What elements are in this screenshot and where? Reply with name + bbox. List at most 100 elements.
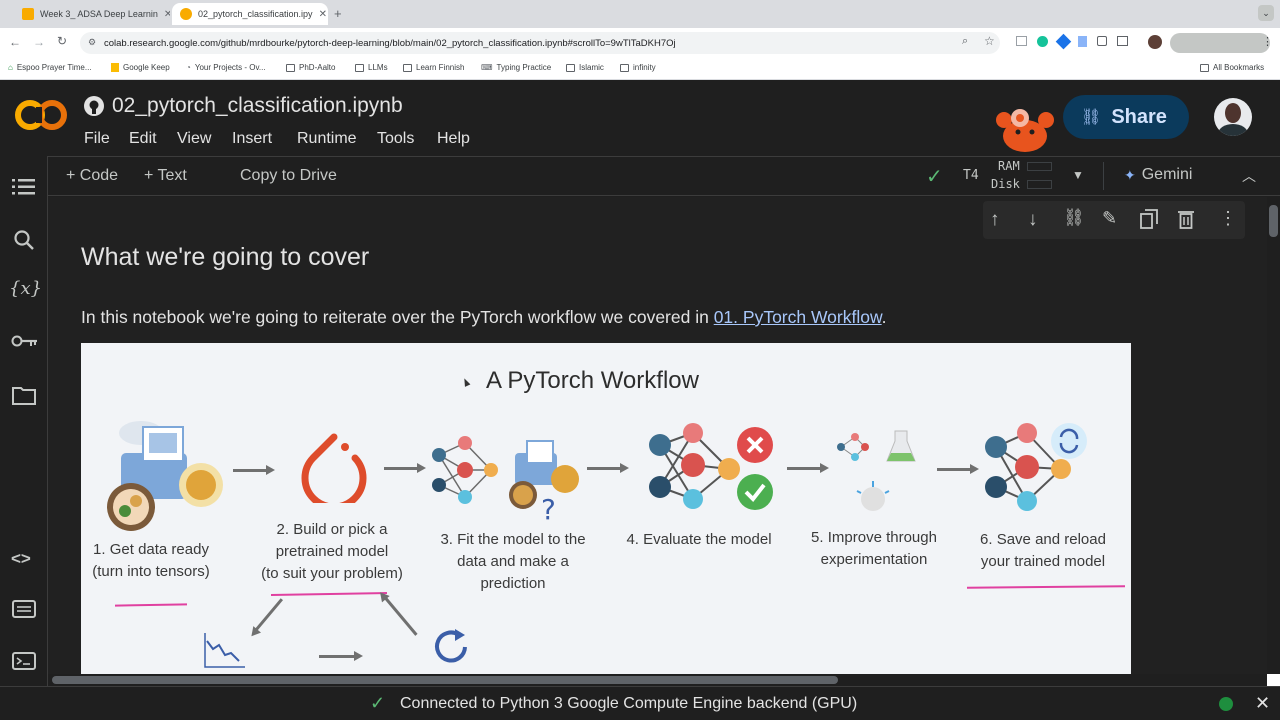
disk-meter[interactable] <box>1027 180 1052 189</box>
loop-arrow <box>254 598 284 631</box>
bookmark-item[interactable]: Islamic <box>566 63 604 72</box>
annotation-underline <box>114 603 188 607</box>
folder-icon <box>403 63 412 72</box>
avatar[interactable] <box>1214 98 1252 136</box>
menu-tools[interactable]: Tools <box>377 130 414 148</box>
bookmarks-bar: ⌂ Espoo Prayer Time... Google Keep ◔ Your … <box>0 58 1280 80</box>
copy-to-drive-button[interactable]: Copy to Drive <box>240 167 337 185</box>
tab-label: 02_pytorch_classification.ipy <box>198 9 313 19</box>
menu-edit[interactable]: Edit <box>129 130 157 148</box>
step-5-label: 5. Improve through experimentation <box>811 529 937 568</box>
vertical-scrollbar[interactable] <box>1267 197 1280 674</box>
ram-label: RAM <box>998 159 1020 173</box>
key-icon[interactable] <box>11 334 39 348</box>
move-cell-down-icon[interactable]: ↓ <box>1028 209 1038 231</box>
more-options-icon[interactable]: ⋮ <box>1219 208 1237 229</box>
address-bar[interactable]: ⚙ colab.research.google.com/github/mrdbo… <box>80 32 1000 54</box>
menu-file[interactable]: File <box>84 130 110 148</box>
status-message: Connected to Python 3 Google Compute Eng… <box>400 695 858 712</box>
bookmark-item[interactable]: ⌨ Typing Practice <box>481 63 551 72</box>
menu-runtime[interactable]: Runtime <box>297 130 357 148</box>
bookmark-item[interactable]: LLMs <box>355 63 388 72</box>
all-bookmarks[interactable]: All Bookmarks <box>1200 63 1264 72</box>
browser-tab-colab[interactable]: 02_pytorch_classification.ipy ✕ <box>172 3 328 25</box>
collapse-header-icon[interactable]: ︿ <box>1242 166 1256 186</box>
ram-meter[interactable] <box>1027 162 1052 171</box>
edit-pencil-icon[interactable]: ✎ <box>1102 208 1117 229</box>
folder-icon <box>620 63 629 72</box>
extension-icons[interactable] <box>1016 33 1129 50</box>
command-palette-icon[interactable] <box>12 600 36 618</box>
sidebar-icon[interactable] <box>1117 36 1129 46</box>
close-tab-icon[interactable]: ✕ <box>164 9 170 20</box>
vertical-scroll-thumb[interactable] <box>1269 205 1278 237</box>
search-icon[interactable] <box>12 228 36 252</box>
tab-search-icon[interactable]: ⌄ <box>1258 5 1274 21</box>
colab-logo[interactable] <box>14 97 68 133</box>
flow-arrow <box>233 465 275 475</box>
bookmark-item[interactable]: ◔ Your Projects - Ov... <box>186 63 266 72</box>
fit-model-network-icon <box>432 436 498 504</box>
variables-icon[interactable]: {𝑥} <box>9 278 42 299</box>
step-4-label: 4. Evaluate the model <box>626 531 772 548</box>
close-tab-icon[interactable]: ✕ <box>319 9 327 20</box>
site-info-icon[interactable]: ⚙ <box>88 37 96 48</box>
flow-arrow <box>787 463 829 473</box>
tab-label: Week 3_ ADSA Deep Learnin <box>40 9 158 19</box>
flow-arrow <box>587 463 629 473</box>
mail-extension-icon[interactable] <box>1016 36 1027 46</box>
shield-extension-icon[interactable] <box>1055 33 1071 50</box>
puzzle-icon[interactable] <box>1097 36 1108 46</box>
profile-chip[interactable] <box>1170 33 1270 53</box>
wrong-x-icon <box>737 427 773 463</box>
table-of-contents-icon[interactable] <box>12 178 36 196</box>
terminal-icon[interactable] <box>12 652 36 670</box>
horizontal-scroll-thumb[interactable] <box>52 676 838 684</box>
notebook-title[interactable]: 02_pytorch_classification.ipynb <box>112 94 403 118</box>
bookmark-item[interactable]: infinity <box>620 63 656 72</box>
runtime-dropdown-icon[interactable]: ▼ <box>1072 168 1084 182</box>
typing-icon: ⌨ <box>481 63 493 72</box>
workflow-title: A PyTorch Workflow <box>486 367 699 394</box>
runtime-type[interactable]: T4 <box>963 168 979 183</box>
link-to-cell-icon[interactable]: ⛓ <box>1063 208 1085 228</box>
bookmark-item[interactable]: Google Keep <box>111 63 170 72</box>
bookmark-item[interactable]: ⌂ Espoo Prayer Time... <box>8 63 92 72</box>
flow-arrow <box>937 464 979 474</box>
gemini-button[interactable]: ✦ Gemini <box>1124 166 1192 184</box>
add-text-button[interactable]: + Text <box>144 167 187 185</box>
docs-extension-icon[interactable] <box>1078 36 1088 47</box>
new-tab-button[interactable]: + <box>334 6 342 21</box>
bookmark-item[interactable]: Learn Finnish <box>403 63 464 72</box>
menu-insert[interactable]: Insert <box>232 130 272 148</box>
back-icon[interactable]: ← <box>9 35 21 49</box>
files-folder-icon[interactable] <box>12 385 36 405</box>
move-cell-up-icon[interactable]: ↑ <box>990 209 1000 231</box>
browser-menu-icon[interactable]: ⋮ <box>1262 35 1273 48</box>
slides-icon <box>22 8 34 20</box>
left-sidebar: {𝑥} <> <box>0 156 48 686</box>
workflow-link[interactable]: 01. PyTorch Workflow <box>714 307 882 327</box>
zoom-icon[interactable]: ⌕ <box>962 35 968 48</box>
section-heading: What we're going to cover <box>81 243 370 271</box>
reload-icon[interactable]: ↻ <box>57 34 67 48</box>
grammarly-icon[interactable] <box>1036 36 1048 47</box>
code-snippets-icon[interactable]: <> <box>11 549 31 569</box>
browser-tab-adsa[interactable]: Week 3_ ADSA Deep Learnin ✕ <box>14 3 170 25</box>
projects-icon: ◔ <box>186 63 191 72</box>
bookmark-star-icon[interactable]: ☆ <box>984 34 995 48</box>
forward-icon[interactable]: → <box>33 35 45 49</box>
add-code-button[interactable]: + Code <box>66 167 118 185</box>
close-status-icon[interactable]: ✕ <box>1255 693 1270 714</box>
share-button[interactable]: ⛓ Share <box>1063 95 1189 139</box>
menu-help[interactable]: Help <box>437 130 470 148</box>
menu-view[interactable]: View <box>177 130 211 148</box>
mouse-cursor <box>461 377 471 387</box>
delete-trash-icon[interactable] <box>1178 209 1194 229</box>
profile-avatar-small[interactable] <box>1148 35 1162 49</box>
mirror-cell-icon[interactable] <box>1140 209 1158 229</box>
bookmark-item[interactable]: PhD-Aalto <box>286 63 335 72</box>
link-icon: ⛓ <box>1081 109 1102 126</box>
experiment-icon <box>837 430 916 511</box>
intro-paragraph: In this notebook we're going to reiterat… <box>81 307 887 328</box>
